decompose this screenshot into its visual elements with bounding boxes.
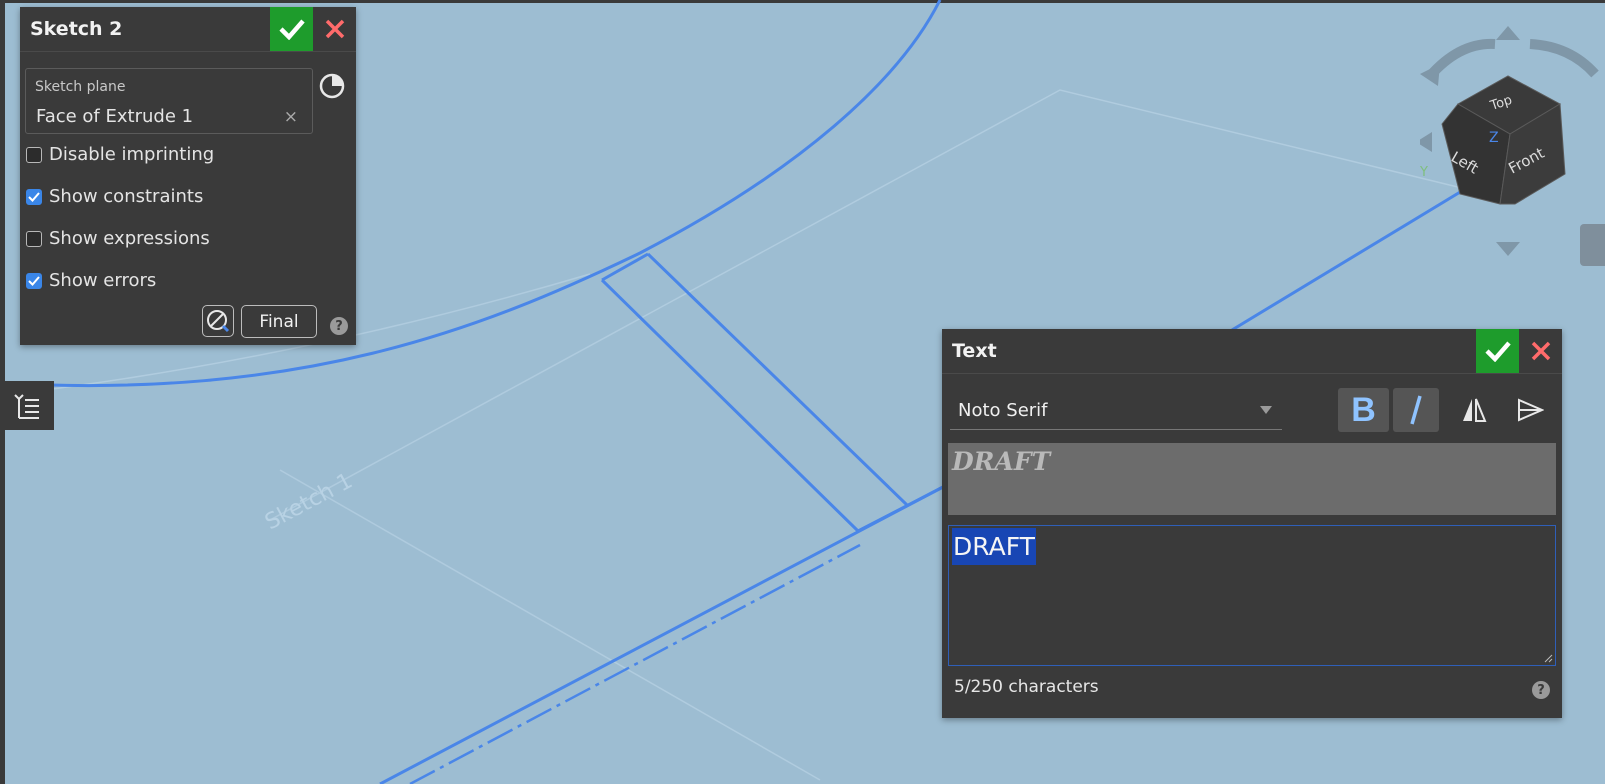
cancel-button[interactable]	[313, 7, 356, 51]
sketch-line[interactable]	[646, 252, 909, 507]
sketch-plane-field[interactable]: Sketch plane Face of Extrude 1 ×	[25, 68, 313, 134]
bold-icon: B	[1351, 390, 1376, 429]
checkbox-label: Show expressions	[49, 228, 210, 249]
text-input[interactable]: DRAFT	[948, 525, 1556, 666]
checkbox-label: Disable imprinting	[49, 144, 215, 165]
feature-list-button[interactable]	[0, 381, 54, 430]
confirm-button[interactable]	[270, 7, 313, 51]
checkbox-box[interactable]	[26, 230, 42, 247]
help-icon[interactable]: ?	[330, 317, 348, 335]
sketch-panel-header: Sketch 2	[20, 7, 356, 52]
sketch-panel-title: Sketch 2	[30, 18, 123, 40]
show-expressions-checkbox[interactable]: Show expressions	[26, 228, 210, 249]
font-select[interactable]: Noto Serif	[950, 391, 1282, 430]
checkbox-label: Show constraints	[49, 186, 204, 207]
checkbox-box[interactable]	[26, 272, 42, 289]
text-input-value[interactable]: DRAFT	[952, 528, 1036, 565]
checkbox-label: Show errors	[49, 270, 157, 291]
resize-handle-icon[interactable]	[1544, 654, 1553, 663]
pen-search-icon	[207, 310, 230, 333]
font-select-value: Noto Serif	[958, 399, 1048, 421]
text-preview-value: DRAFT	[952, 447, 1051, 476]
checkmark-icon	[28, 275, 40, 286]
rotate-left-arrow[interactable]	[1426, 38, 1496, 80]
nav-left-arrow[interactable]	[1420, 132, 1432, 152]
sketch-panel: Sketch 2 Sketch plane Face of Extrude 1 …	[20, 7, 356, 345]
help-icon[interactable]: ?	[1532, 681, 1550, 699]
view-mode-icon[interactable]	[1580, 224, 1605, 266]
nav-up-arrow[interactable]	[1496, 26, 1520, 40]
character-counter: 5/250 characters	[954, 677, 1099, 697]
italic-button[interactable]	[1393, 388, 1439, 432]
dropdown-arrow-icon	[1260, 406, 1272, 414]
sketch-tool-button[interactable]	[202, 305, 234, 337]
text-panel-title: Text	[952, 340, 997, 362]
italic-icon	[1410, 395, 1422, 425]
checkbox-box[interactable]	[26, 146, 42, 163]
sketch-plane-value: Face of Extrude 1	[36, 106, 194, 127]
checkbox-box[interactable]	[26, 188, 42, 205]
text-panel-header: Text	[942, 329, 1562, 374]
text-panel: Text Noto Serif B DRAFT DRAFT 5/250 char…	[942, 329, 1562, 718]
view-cube[interactable]: Top Left Front Z Y	[1420, 24, 1605, 264]
sketch-line[interactable]	[600, 278, 860, 533]
rotate-right-arrow[interactable]	[1529, 39, 1599, 78]
construction-line	[279, 469, 821, 781]
centerline[interactable]	[409, 543, 861, 784]
send-arrow-icon	[1517, 398, 1544, 422]
cube-body[interactable]: Top Left Front Z Y	[1420, 75, 1566, 205]
close-icon	[325, 19, 344, 39]
mirror-button[interactable]	[1448, 388, 1499, 432]
confirm-button[interactable]	[1476, 329, 1519, 373]
sketch-1-label: Sketch 1	[261, 469, 357, 536]
mirror-icon	[1462, 398, 1486, 422]
disable-imprinting-checkbox[interactable]: Disable imprinting	[26, 144, 214, 165]
list-icon	[14, 393, 39, 419]
cancel-button[interactable]	[1519, 329, 1562, 373]
clear-icon[interactable]: ×	[284, 107, 298, 127]
check-icon	[278, 19, 305, 40]
nav-down-arrow[interactable]	[1496, 242, 1520, 256]
close-icon	[1531, 341, 1550, 361]
text-preview: DRAFT	[948, 443, 1556, 515]
checkmark-icon	[28, 191, 40, 202]
y-axis-label: Y	[1420, 165, 1428, 180]
bold-button[interactable]: B	[1338, 388, 1389, 432]
z-axis-label: Z	[1489, 130, 1499, 146]
sketch-edge-line[interactable]	[379, 485, 944, 784]
final-button[interactable]: Final	[241, 305, 317, 338]
sketch-plane-label: Sketch plane	[35, 79, 126, 95]
show-constraints-checkbox[interactable]: Show constraints	[26, 186, 203, 207]
check-icon	[1484, 341, 1511, 362]
view-normal-icon[interactable]	[318, 72, 346, 100]
flip-direction-button[interactable]	[1504, 388, 1555, 432]
show-errors-checkbox[interactable]: Show errors	[26, 270, 156, 291]
